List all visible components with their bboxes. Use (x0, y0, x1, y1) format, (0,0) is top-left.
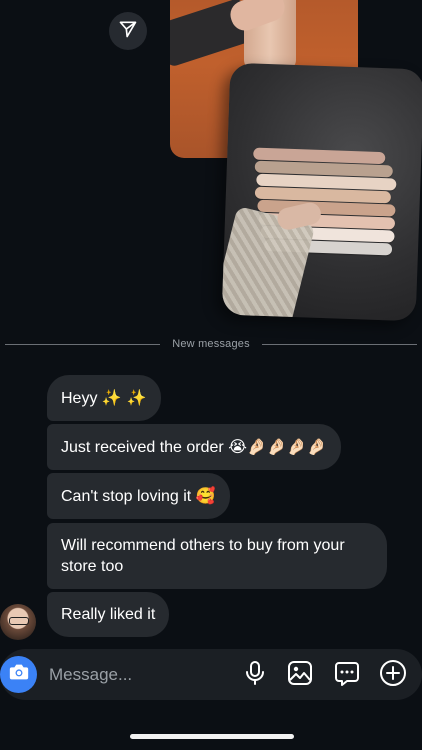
message-input[interactable] (47, 661, 231, 689)
divider-line-right (261, 343, 418, 345)
message-composer (0, 649, 422, 700)
message-bubble-1[interactable]: Heyy ✨ ✨ (47, 375, 161, 421)
sticker-icon (334, 660, 360, 691)
message-text: Just received the order (61, 439, 224, 456)
microphone-icon (243, 660, 267, 691)
camera-icon (8, 661, 30, 688)
message-emoji: 🥰 (195, 486, 216, 505)
plus-icon (379, 659, 407, 692)
message-emoji: 😭🤌🏻🤌🏻🤌🏻🤌🏻 (228, 437, 327, 456)
new-messages-divider: New messages (5, 338, 418, 350)
divider-label: New messages (172, 338, 250, 350)
share-button[interactable] (109, 12, 147, 50)
sender-avatar[interactable] (0, 604, 36, 640)
message-bubble-3[interactable]: Can't stop loving it 🥰 (47, 473, 230, 519)
avatar-glasses (9, 617, 29, 625)
gallery-icon (287, 660, 313, 691)
message-bubble-5[interactable]: Really liked it (47, 592, 170, 637)
message-text: Really liked it (61, 606, 156, 623)
camera-button[interactable] (0, 656, 37, 693)
add-button[interactable] (378, 659, 408, 692)
message-bubble-4[interactable]: Will recommend others to buy from your s… (47, 523, 387, 589)
divider-line-left (5, 343, 161, 345)
message-bubble-2[interactable]: Just received the order 😭🤌🏻🤌🏻🤌🏻🤌🏻 (47, 424, 341, 470)
microphone-button[interactable] (240, 660, 270, 690)
send-icon (118, 19, 138, 44)
gallery-button[interactable] (285, 660, 315, 690)
message-text: Heyy (61, 390, 98, 407)
home-indicator[interactable] (130, 734, 294, 739)
sticker-button[interactable] (332, 660, 362, 690)
message-emoji: ✨ ✨ (101, 388, 147, 407)
message-text: Can't stop loving it (61, 488, 192, 505)
shared-photo-2[interactable] (221, 62, 422, 322)
message-text: Will recommend others to buy from your s… (61, 537, 345, 575)
